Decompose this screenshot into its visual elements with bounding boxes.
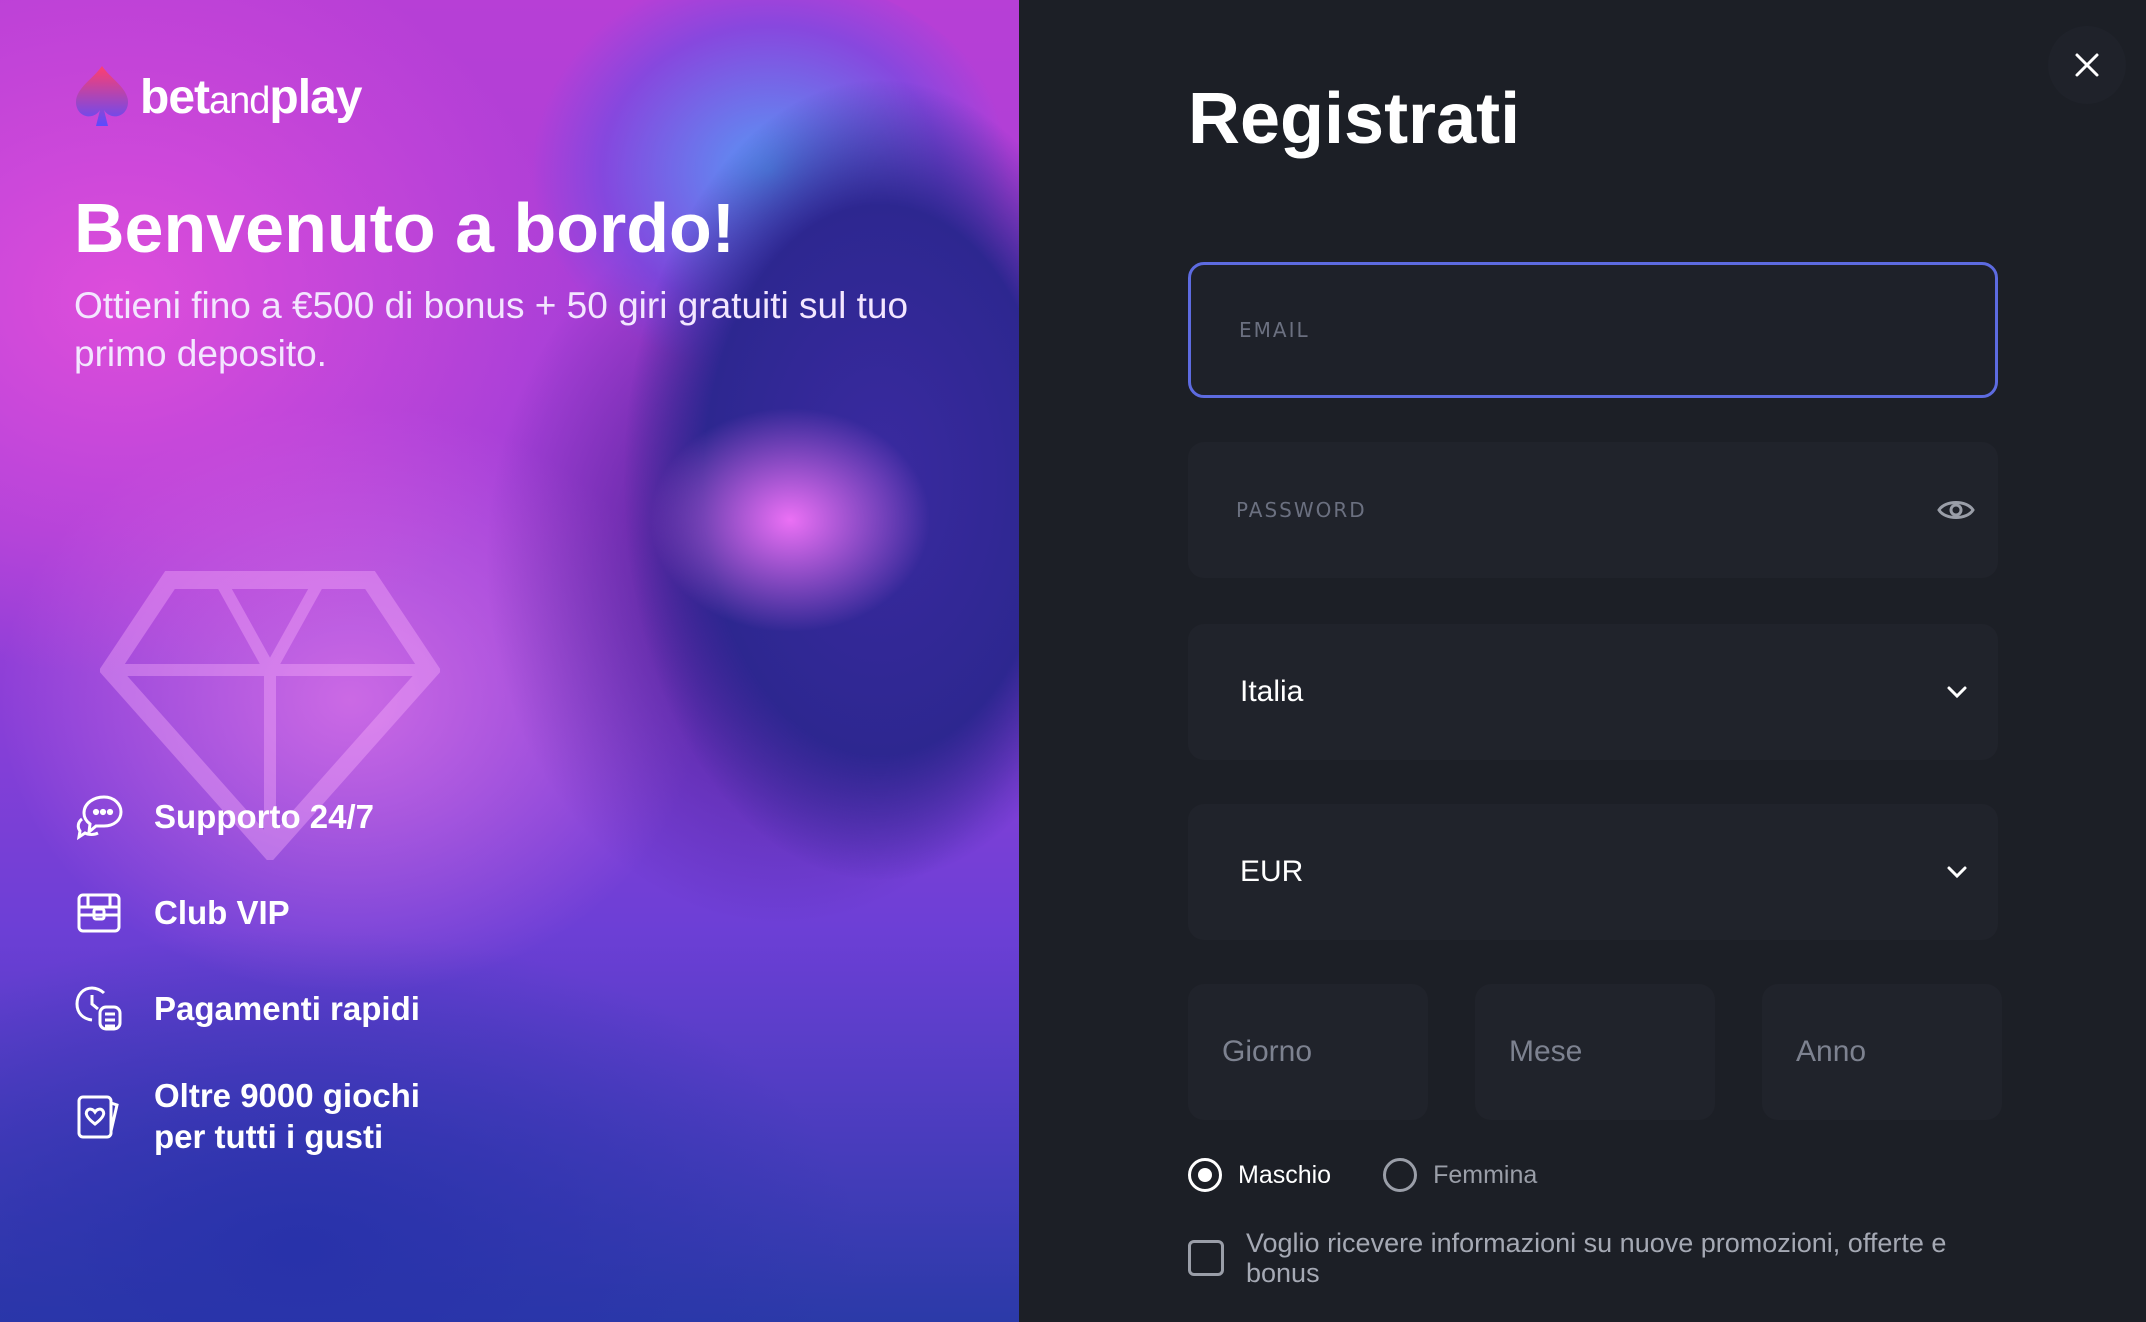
brand-logo[interactable]: betandplay bbox=[74, 64, 362, 130]
password-input[interactable] bbox=[1188, 442, 1998, 578]
year-placeholder: Anno bbox=[1796, 1035, 1867, 1068]
close-icon bbox=[2075, 53, 2099, 77]
hero-panel: betandplay Benvenuto a bordo! Ottieni fi… bbox=[0, 0, 1019, 1322]
spade-logo-icon bbox=[76, 66, 128, 126]
feature-list: Supporto 24/7 Club VIP Pagamenti rapidi bbox=[74, 768, 474, 1176]
feature-payments: Pagamenti rapidi bbox=[74, 960, 474, 1056]
feature-label: Club VIP bbox=[154, 893, 290, 931]
hero-subtitle: Ottieni fino a €500 di bonus + 50 giri g… bbox=[74, 285, 909, 374]
country-value: Italia bbox=[1240, 675, 1304, 708]
chat-bubbles-icon bbox=[76, 795, 123, 841]
form-title: Registrati bbox=[1188, 79, 1521, 159]
feature-games: Oltre 9000 giochi per tutti i gusti bbox=[74, 1056, 474, 1176]
treasure-chest-icon bbox=[77, 893, 121, 933]
hero-portrait bbox=[560, 0, 1019, 960]
close-button[interactable] bbox=[2048, 26, 2126, 104]
month-placeholder: Mese bbox=[1509, 1035, 1583, 1068]
gender-female-label: Femmina bbox=[1433, 1160, 1538, 1189]
radio-empty-icon bbox=[1383, 1158, 1418, 1192]
feature-label: Pagamenti rapidi bbox=[154, 989, 420, 1027]
email-field[interactable] bbox=[1188, 262, 1998, 398]
newsletter-label: Voglio ricevere informazioni su nuove pr… bbox=[1246, 1228, 1947, 1288]
birth-month-select[interactable]: Mese bbox=[1475, 984, 1715, 1120]
birth-day-select[interactable]: Giorno bbox=[1188, 984, 1428, 1120]
currency-value: EUR bbox=[1240, 855, 1304, 888]
newsletter-row: Voglio ricevere informazioni su nuove pr… bbox=[1188, 1228, 1988, 1288]
show-password-icon[interactable] bbox=[1936, 493, 1976, 527]
gender-female-radio[interactable]: Femmina bbox=[1383, 1158, 1537, 1192]
feature-label: Oltre 9000 giochi per tutti i gusti bbox=[154, 1077, 420, 1155]
currency-select[interactable]: EUR bbox=[1188, 804, 1998, 940]
feature-label: Supporto 24/7 bbox=[154, 797, 375, 835]
birth-year-select[interactable]: Anno bbox=[1762, 984, 2002, 1120]
feature-support: Supporto 24/7 bbox=[74, 768, 474, 864]
password-field[interactable] bbox=[1188, 442, 1998, 578]
chevron-down-icon bbox=[1947, 686, 1967, 699]
brand-wordmark: betandplay bbox=[140, 70, 362, 124]
hero-title: Benvenuto a bordo! bbox=[74, 189, 736, 267]
gender-group: Maschio Femmina bbox=[1188, 1158, 1537, 1192]
playing-card-heart-icon bbox=[77, 1095, 119, 1139]
country-select[interactable]: Italia bbox=[1188, 624, 1998, 760]
newsletter-checkbox[interactable] bbox=[1188, 1240, 1224, 1276]
feature-vip: Club VIP bbox=[74, 864, 474, 960]
radio-selected-icon bbox=[1188, 1158, 1222, 1192]
email-input[interactable] bbox=[1191, 265, 1995, 395]
gender-male-label: Maschio bbox=[1238, 1160, 1332, 1189]
gender-male-radio[interactable]: Maschio bbox=[1188, 1158, 1331, 1192]
day-placeholder: Giorno bbox=[1222, 1035, 1313, 1068]
chevron-down-icon bbox=[1947, 866, 1967, 879]
clock-coins-icon bbox=[75, 986, 122, 1031]
